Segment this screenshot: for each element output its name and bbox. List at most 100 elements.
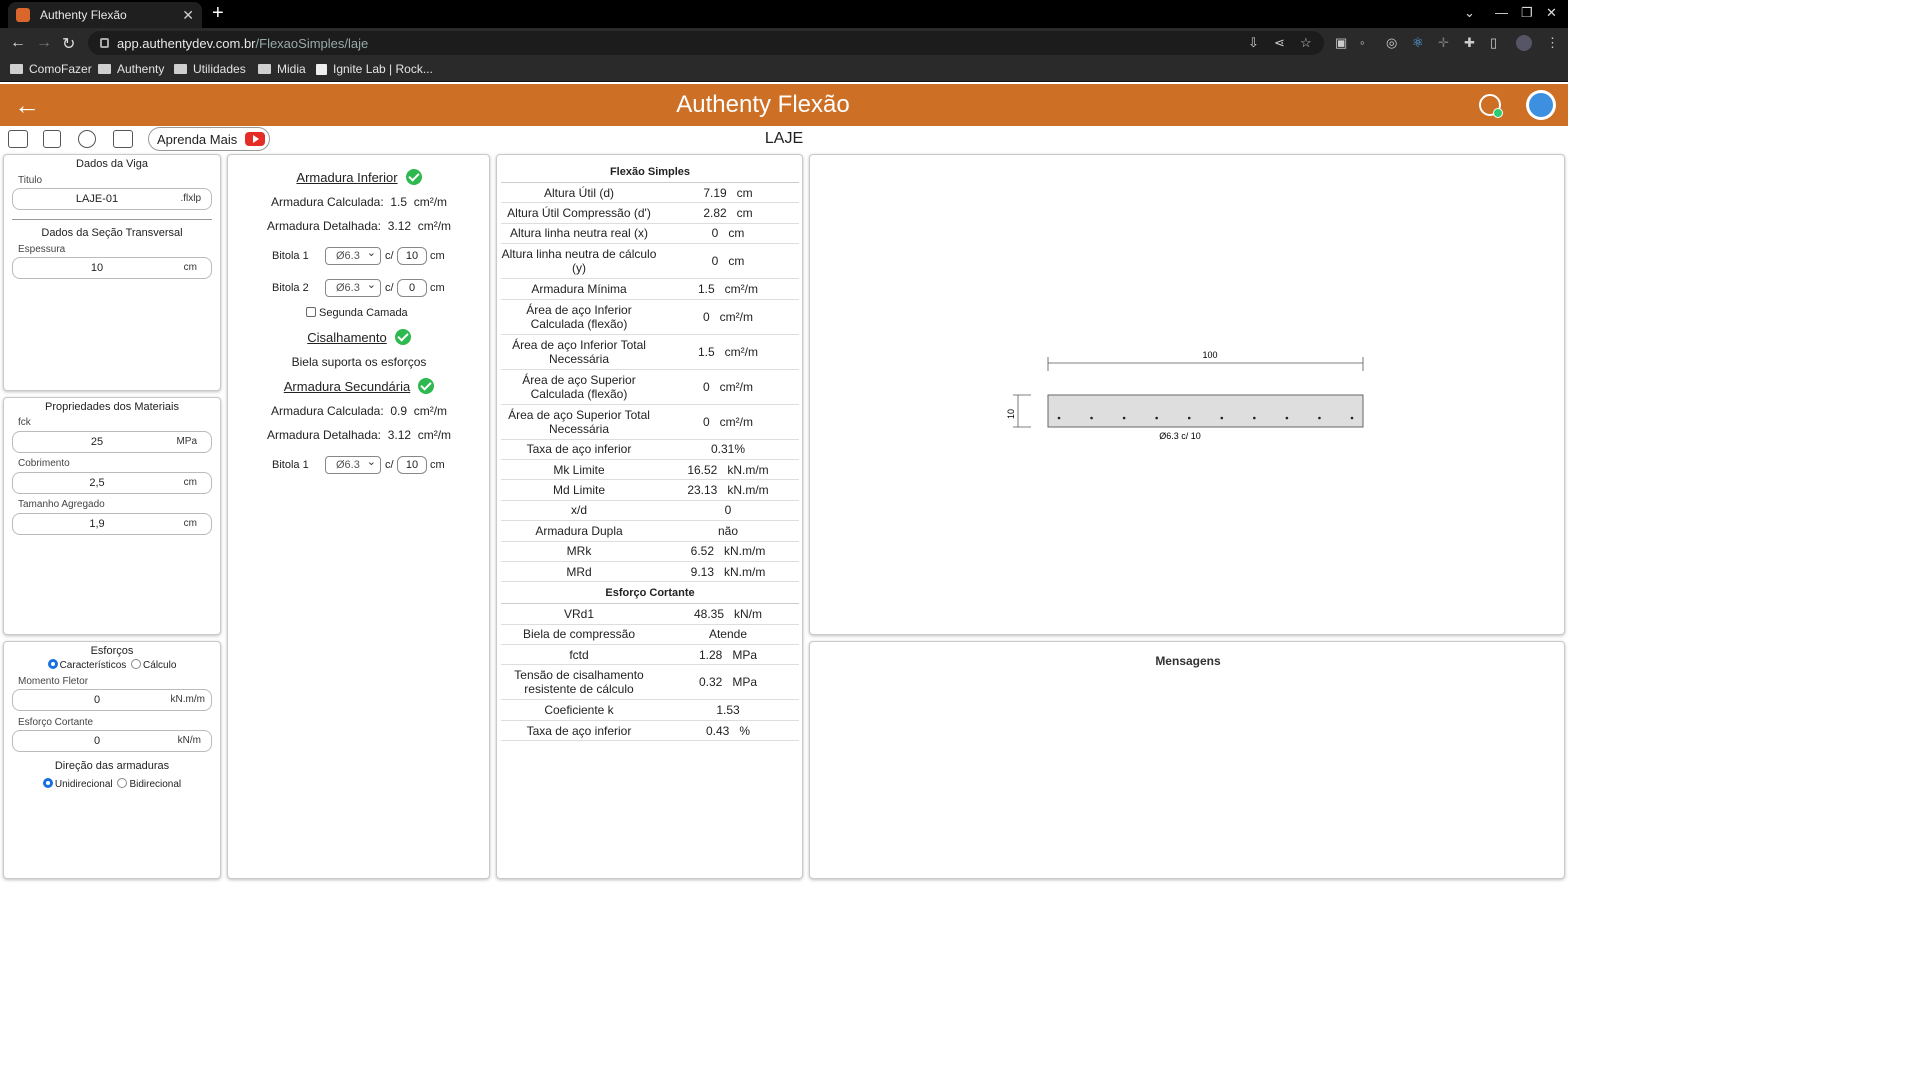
results-row-value: 0 cm²/m [703,379,753,394]
sep-label: c/ [385,250,394,262]
titulo-ext: .flxlp [180,193,201,204]
radio-caracteristicos[interactable]: Característicos [47,659,126,671]
results-row-value: 0.43 % [705,723,751,738]
bitola1-spacing-input[interactable]: 10 [397,247,427,265]
reload-icon[interactable]: ↻ [62,34,75,54]
youtube-icon [245,132,266,146]
results-row: Altura Útil Compressão (d') 2.82 cm [501,203,799,224]
armadura-secundaria-heading[interactable]: Armadura Secundária [228,378,490,394]
cobrimento-input[interactable]: 2,5 cm [12,472,212,494]
restore-icon[interactable]: ❐ [1521,5,1533,21]
panel-esforcos: Esforços Característicos Cálculo Momento… [3,641,221,879]
rebar-dot [1187,416,1191,420]
radio-bidirecional[interactable]: Bidirecional [115,778,181,790]
results-row: Taxa de aço inferior 0.43 % [501,721,799,742]
bookmark-star-icon[interactable]: ☆ [1300,35,1312,51]
armadura-calculada-line: Armadura Calculada: 1.5 cm²/m [228,195,490,209]
bookmark-ignite[interactable]: Ignite Lab | Rock... [316,62,433,76]
results-section-title: Flexão Simples [501,161,799,183]
learn-more-button[interactable]: Aprenda Mais [148,127,270,151]
line-value: 3.12 [387,428,412,442]
profile-avatar[interactable] [1516,35,1532,51]
minimize-icon[interactable]: — [1495,5,1508,20]
upload-icon[interactable] [8,130,28,148]
direcao-title: Direção das armaduras [54,760,170,772]
agregado-input[interactable]: 1,9 cm [12,513,212,535]
cast-icon[interactable]: ▣ [1335,35,1347,51]
armadura-inferior-heading[interactable]: Armadura Inferior [228,169,490,185]
results-row: Coeficiente k 1.53 [501,700,799,721]
titulo-value: LAJE-01 [75,193,119,205]
sec-bitola1-label: Bitola 1 [272,459,309,471]
cortante-input[interactable]: 0 kN/m [12,730,212,752]
rebar-dot [1285,416,1289,420]
segunda-camada-checkbox[interactable]: Segunda Camada [306,307,408,319]
word-export-icon[interactable] [113,130,133,148]
bookmark-comofazer[interactable]: ComoFazer [10,62,92,76]
globe-icon[interactable] [1479,94,1503,118]
browser-tab[interactable]: Authenty Flexão ✕ [8,2,202,28]
install-icon[interactable]: ⇩ [1248,35,1259,51]
target-icon[interactable]: ◎ [1386,35,1397,51]
rebar-dot [1253,416,1256,420]
close-window-icon[interactable]: ✕ [1546,5,1557,21]
lock-icon[interactable] [100,38,109,48]
radio-calculo[interactable]: Cálculo [129,659,177,671]
sec-bitola1-spacing-input[interactable]: 10 [397,456,427,474]
bitola2-spacing-input[interactable]: 0 [397,279,427,297]
new-tab-icon[interactable]: + [212,3,224,23]
momento-value: 0 [93,694,101,706]
sec-calculada-line: Armadura Calculada: 0.9 cm²/m [228,404,490,418]
momento-input[interactable]: 0 kN.m/m [12,689,212,711]
menu-dots-icon[interactable]: ⋮ [1546,35,1559,51]
user-avatar[interactable] [1526,90,1556,120]
sec-bitola1-select[interactable]: Ø6.3 [325,455,381,474]
espessura-label: Espessura [18,244,66,255]
omnibox[interactable]: app.authentydev.com.br /FlexaoSimples/la… [88,31,1324,55]
checkbox-label: Segunda Camada [319,307,408,319]
results-row-name: Área de aço Inferior Total Necessária [512,337,646,366]
side-panel-icon[interactable]: ▯ [1490,35,1497,51]
crosshair-icon[interactable]: ✛ [1438,35,1449,51]
panel-title: Esforços [90,645,134,657]
results-row-name: Mk Limite [553,462,605,477]
close-tab-icon[interactable]: ✕ [182,7,194,24]
bookmark-authenty[interactable]: Authenty [98,62,164,76]
bookmark-midia[interactable]: Midia [258,62,306,76]
mensagens-title: Mensagens [1155,654,1221,668]
bookmark-utilidades[interactable]: Utilidades [174,62,246,76]
settings-gear-icon[interactable] [78,130,96,148]
extensions-icon[interactable]: ✚ [1464,35,1475,51]
cisalhamento-heading[interactable]: Cisalhamento [228,329,490,345]
line-label: Armadura Detalhada: [266,428,382,442]
radio-unidirecional[interactable]: Unidirecional [42,778,113,790]
ignite-icon [316,63,327,75]
direcao-radios: Unidirecional Bidirecional [4,778,220,790]
fck-input[interactable]: 25 MPa [12,431,212,453]
forward-icon[interactable]: → [36,34,52,52]
titulo-input[interactable]: LAJE-01 .flxlp [12,188,212,210]
back-icon[interactable]: ← [10,34,26,52]
radio-label: Cálculo [143,660,177,671]
radio-icon[interactable]: ◦ [1360,35,1365,50]
results-row-value: 1.5 cm²/m [697,281,758,296]
react-devtools-icon[interactable]: ⚛ [1412,35,1424,51]
results-row-value: não [717,523,739,538]
bitola1-select[interactable]: Ø6.3 [325,246,381,265]
bitola2-label: Bitola 2 [272,282,309,294]
results-table: Flexão Simples Altura Útil (d) 7.19 cm Altu… [501,161,799,742]
results-row-value: 7.19 cm [703,185,753,200]
results-row-name: Biela de compressão [522,627,636,642]
tab-search-icon[interactable]: ⌄ [1464,5,1475,21]
unit-label: cm [430,250,445,262]
results-row-name: Taxa de aço inferior [526,723,632,738]
save-icon[interactable] [43,130,61,148]
browser-tabbar: Authenty Flexão ✕ + ⌄ — ❐ ✕ [0,0,1568,28]
bitola2-select[interactable]: Ø6.3 [325,278,381,297]
folder-icon [174,64,187,74]
cobrimento-value: 2,5 [89,477,105,489]
share-icon[interactable]: ⋖ [1274,35,1285,51]
line-label: Armadura Detalhada: [266,219,382,233]
section-drawing: 100 10 Ø6.3 c/ 10 [1006,350,1364,441]
espessura-input[interactable]: 10 cm [12,257,212,279]
